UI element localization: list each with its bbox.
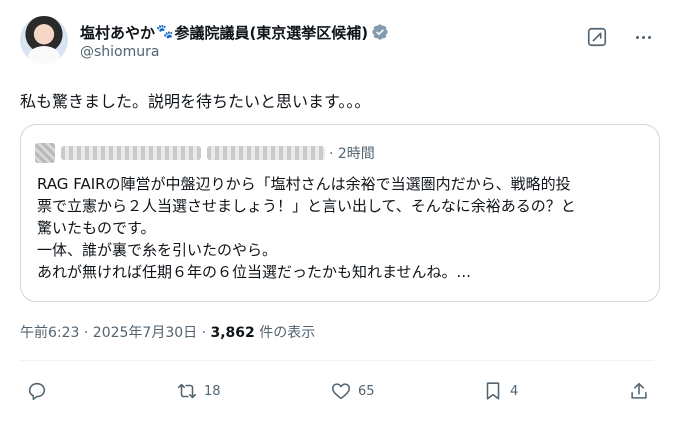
quoted-post-header: · 2時間 <box>35 143 375 163</box>
quoted-text-line: 票で立憲から２人当選させましょう！」と言い出して、そんなに余裕あるの？と <box>37 197 576 215</box>
post-metadata: 午前6:23 · 2025年7月30日 · 3,862 件の表示 <box>20 322 315 342</box>
like-button[interactable]: 65 <box>330 376 375 406</box>
post-header: 塩村あやか 🐾 参議院議員(東京選挙区候補) @shiomura <box>20 12 654 68</box>
quoted-post-text: RAG FAIRの陣営が中盤辺りから「塩村さんは余裕で当選圏内だから、戦略的投 … <box>37 173 649 283</box>
reply-button[interactable] <box>26 376 54 406</box>
bookmark-count: 4 <box>510 383 519 399</box>
quoted-text-line: 一体、誰が裏で糸を引いたのやら。 <box>37 241 278 259</box>
repost-count: 18 <box>204 383 221 399</box>
author-title-suffix[interactable]: 参議院議員(東京選挙区候補) <box>174 22 368 43</box>
paw-emoji-icon: 🐾 <box>156 24 174 40</box>
bookmark-icon <box>486 382 500 400</box>
verified-badge-icon[interactable] <box>371 23 389 41</box>
share-button[interactable] <box>628 376 650 406</box>
post-timestamp[interactable]: 午前6:23 · 2025年7月30日 · <box>20 325 211 341</box>
quoted-author-handle-blurred <box>207 146 325 160</box>
quoted-author-avatar-blurred <box>35 143 55 163</box>
author-display-name[interactable]: 塩村あやか <box>80 22 155 43</box>
bookmark-button[interactable]: 4 <box>482 376 518 406</box>
heart-icon <box>331 383 351 400</box>
action-bar: 18 65 4 <box>20 376 654 406</box>
views-count: 3,862 <box>210 325 255 341</box>
post-body-text: 私も驚きました。説明を待ちたいと思います。。。 <box>20 92 371 111</box>
views-label: 件の表示 <box>254 325 316 341</box>
quoted-author-name-blurred <box>61 146 201 160</box>
quoted-text-line: 驚いたものです。 <box>37 219 156 237</box>
repost-button[interactable]: 18 <box>176 376 221 406</box>
quoted-text-line: RAG FAIRの陣営が中盤辺りから「塩村さんは余裕で当選圏内だから、戦略的投 <box>37 175 571 193</box>
like-count: 65 <box>358 383 375 399</box>
quoted-post-card[interactable]: · 2時間 RAG FAIRの陣営が中盤辺りから「塩村さんは余裕で当選圏内だから… <box>20 124 660 302</box>
divider <box>20 360 654 361</box>
author-avatar[interactable] <box>20 16 68 64</box>
share-icon <box>631 382 647 399</box>
repost-icon <box>177 383 197 399</box>
author-name-row[interactable]: 塩村あやか 🐾 参議院議員(東京選挙区候補) <box>80 20 389 44</box>
more-options-icon[interactable] <box>632 26 654 48</box>
quoted-post-time: · 2時間 <box>329 146 375 162</box>
quoted-text-line: あれが無ければ任期６年の６位当選だったかも知れませんね。... <box>37 263 471 281</box>
reply-icon <box>28 382 46 401</box>
grok-icon[interactable] <box>586 26 608 48</box>
author-handle[interactable]: @shiomura <box>80 44 159 60</box>
